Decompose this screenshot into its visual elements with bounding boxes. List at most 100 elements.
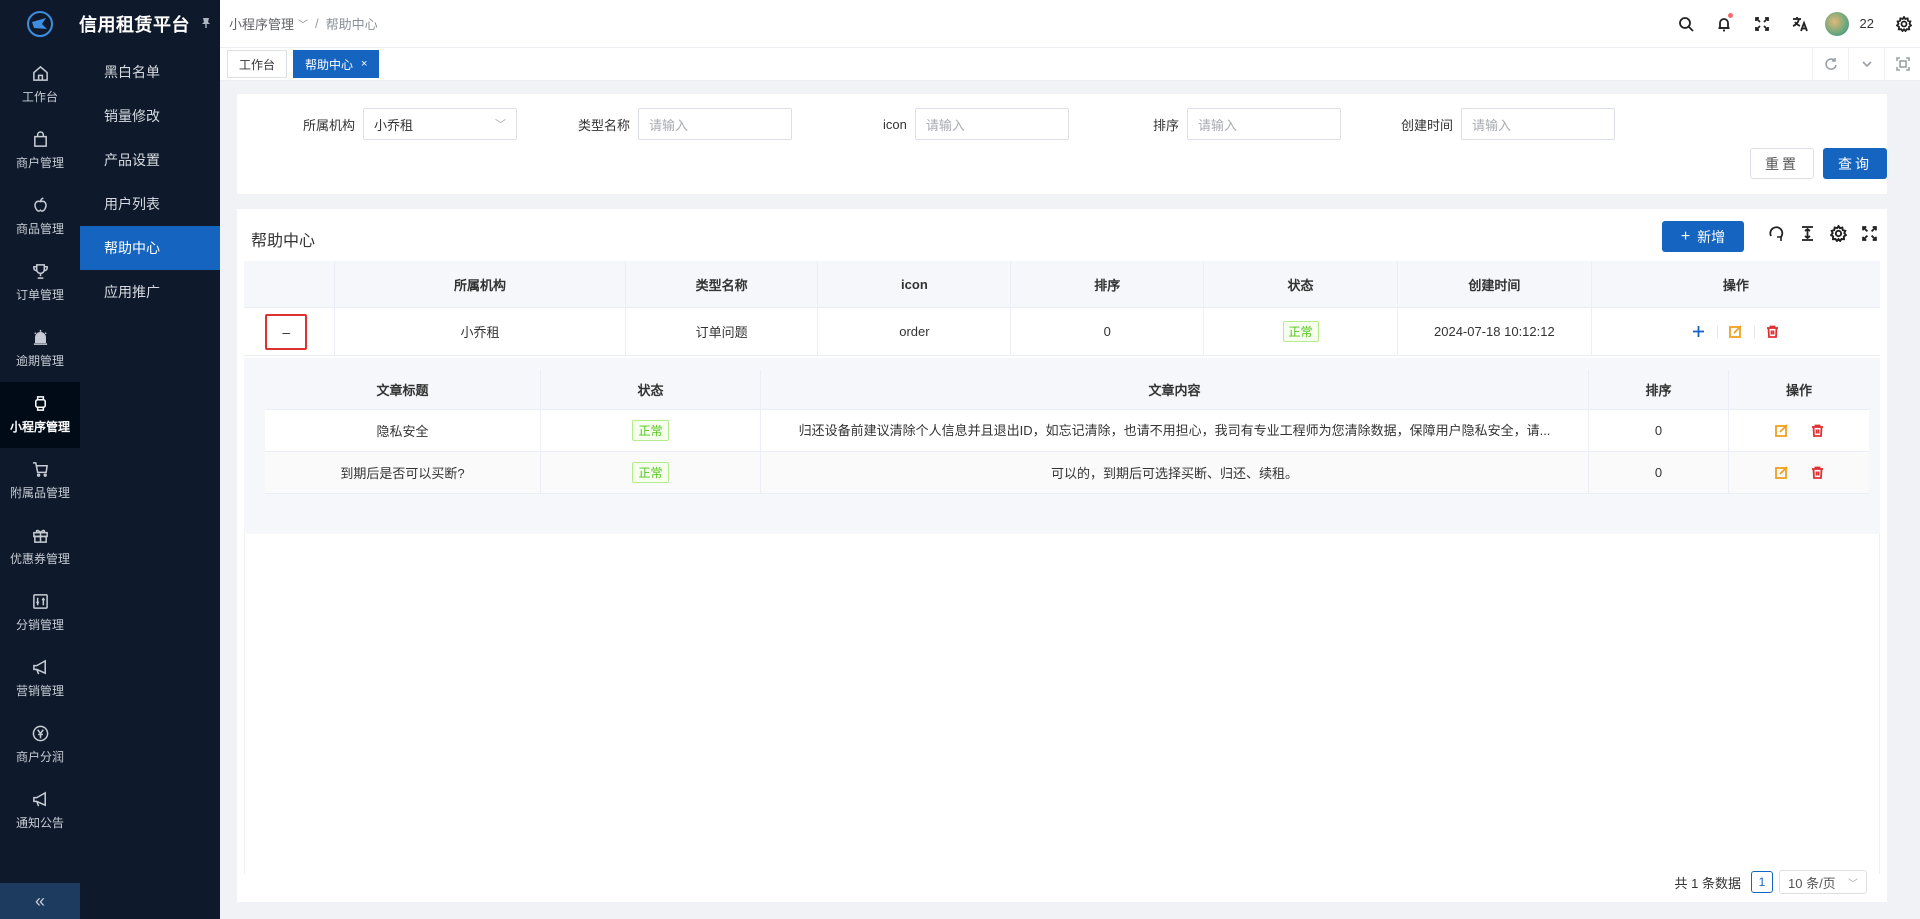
refresh-icon [1769, 226, 1784, 241]
pin-icon[interactable] [200, 17, 212, 32]
settings-button[interactable] [1890, 15, 1918, 32]
nav-item-overdue[interactable]: 逾期管理 [0, 316, 80, 382]
breadcrumb: 小程序管理 ﹀ / 帮助中心 [229, 14, 378, 33]
sub-sidebar: 信用租赁平台 黑白名单 销量修改 产品设置 用户列表 帮助中心 应用推广 [79, 0, 220, 919]
nav-item-merchant[interactable]: 商户管理 [0, 118, 80, 184]
nav-item-workbench[interactable]: 工作台 [0, 52, 80, 118]
username[interactable]: 22 [1860, 16, 1874, 31]
page-size-select[interactable]: 10 条/页 ﹀ [1779, 870, 1867, 894]
org-select[interactable]: 小乔租 ﹀ [363, 108, 518, 140]
cell-actions [1729, 452, 1869, 493]
table-fullscreen-button[interactable] [1854, 225, 1885, 242]
filter-icon: icon 请输入 [883, 108, 1069, 140]
logo [0, 0, 80, 48]
content-text: 归还设备前建议清除个人信息并且退出ID，如忘记清除，也请不用担心，我司有专业工程… [798, 422, 1551, 438]
nav-item-distribution[interactable]: 分销管理 [0, 580, 80, 646]
refresh-tab-button[interactable] [1812, 48, 1848, 80]
nav-label: 附属品管理 [9, 486, 70, 500]
logo-icon [27, 11, 53, 37]
search-button[interactable] [1667, 16, 1705, 32]
edit-button[interactable] [1763, 424, 1799, 437]
submenu-item-blacklist[interactable]: 黑白名单 [80, 50, 220, 94]
divider [1879, 534, 1880, 874]
table-panel: 帮助中心 + 新增 所属机构 类型名称 icon 排序 状态 创建时间 操作 –… [237, 209, 1887, 902]
cell-title: 隐私安全 [265, 410, 541, 451]
density-button[interactable] [1792, 225, 1823, 242]
cell-title: 到期后是否可以买断? [265, 452, 541, 493]
page-number-button[interactable]: 1 [1751, 871, 1773, 893]
nav-item-profit-share[interactable]: 商户分润 [0, 712, 80, 778]
breadcrumb-parent[interactable]: 小程序管理 [229, 14, 294, 33]
query-button[interactable]: 查询 [1823, 148, 1887, 179]
table-row: 隐私安全 正常 归还设备前建议清除个人信息并且退出ID，如忘记清除，也请不用担心… [265, 410, 1869, 452]
filter-sort: 排序 请输入 [1153, 108, 1342, 140]
sub-table-header-row: 文章标题 状态 文章内容 排序 操作 [265, 370, 1869, 410]
chevron-down-icon: ﹀ [1848, 878, 1858, 890]
cart-icon [32, 462, 48, 477]
nav-item-orders[interactable]: 订单管理 [0, 250, 80, 316]
nav-item-accessories[interactable]: 附属品管理 [0, 448, 80, 514]
sidebar-collapse-button[interactable]: « [0, 883, 80, 919]
cell-content: 可以的，到期后可选择买断、归还、续租。 [761, 452, 1589, 493]
language-button[interactable] [1781, 16, 1819, 32]
trash-icon [1811, 466, 1823, 479]
created-time-input[interactable]: 请输入 [1461, 108, 1616, 140]
pagination: 共 1 条数据 1 10 条/页 ﹀ [1675, 870, 1867, 894]
reset-button[interactable]: 重置 [1750, 148, 1814, 179]
delete-button[interactable] [1755, 325, 1791, 338]
submenu-item-user-list[interactable]: 用户列表 [80, 182, 220, 226]
sub-column-header-status: 状态 [541, 370, 761, 409]
cell-content: 归还设备前建议清除个人信息并且退出ID，如忘记清除，也请不用担心，我司有专业工程… [761, 410, 1589, 451]
column-settings-button[interactable] [1823, 225, 1854, 242]
nav-item-coupons[interactable]: 优惠券管理 [0, 514, 80, 580]
column-header-type: 类型名称 [626, 261, 819, 307]
type-name-input[interactable]: 请输入 [638, 108, 793, 140]
collapse-row-button[interactable]: – [265, 313, 308, 350]
org-select-value: 小乔租 [374, 117, 414, 133]
maximize-button[interactable] [1884, 48, 1920, 80]
nav-item-goods[interactable]: 商品管理 [0, 184, 80, 250]
filter-label: icon [883, 116, 907, 132]
submenu-item-help-center[interactable]: 帮助中心 [80, 226, 220, 270]
tabs-dropdown-button[interactable] [1848, 48, 1884, 80]
bell-icon [1718, 17, 1730, 31]
cell-actions [1729, 410, 1869, 451]
tab-workbench[interactable]: 工作台 [227, 50, 288, 78]
sort-input[interactable]: 请输入 [1187, 108, 1342, 140]
edit-button[interactable] [1718, 325, 1754, 338]
delete-button[interactable] [1799, 466, 1835, 479]
close-icon[interactable]: × [361, 58, 367, 70]
nav-label: 工作台 [21, 90, 58, 104]
add-button[interactable]: + 新增 [1662, 221, 1744, 252]
nav-item-notice[interactable]: 通知公告 [0, 778, 80, 844]
cell-icon: order [818, 308, 1012, 355]
avatar[interactable] [1824, 11, 1849, 36]
cell-type: 订单问题 [626, 308, 819, 355]
column-header-sort: 排序 [1011, 261, 1205, 307]
home-icon [32, 65, 48, 81]
submenu-item-product-settings[interactable]: 产品设置 [80, 138, 220, 182]
submenu-item-app-promotion[interactable]: 应用推广 [80, 270, 220, 314]
add-child-button[interactable] [1681, 325, 1717, 338]
nav-label: 营销管理 [15, 684, 64, 698]
plus-icon [1693, 326, 1705, 337]
nav-label: 优惠券管理 [9, 552, 70, 566]
sub-table: 文章标题 状态 文章内容 排序 操作 隐私安全 正常 归还设备前建议清除个人信息… [265, 370, 1869, 494]
refresh-table-button[interactable] [1761, 225, 1792, 242]
divider [244, 534, 245, 874]
sub-column-header-sort: 排序 [1589, 370, 1729, 409]
trash-icon [1767, 325, 1779, 338]
edit-button[interactable] [1763, 466, 1799, 479]
fullscreen-icon [1862, 226, 1877, 241]
submenu-item-sales-edit[interactable]: 销量修改 [80, 94, 220, 138]
tab-help-center[interactable]: 帮助中心 × [293, 50, 380, 78]
cell-created: 2024-07-18 10:12:12 [1398, 308, 1592, 355]
delete-button[interactable] [1799, 424, 1835, 437]
shop-icon [33, 131, 47, 147]
fullscreen-button[interactable] [1743, 16, 1781, 32]
icon-input[interactable]: 请输入 [914, 108, 1069, 140]
nav-item-miniprogram[interactable]: 小程序管理 [0, 382, 80, 448]
cell-actions [1592, 308, 1880, 355]
nav-item-marketing[interactable]: 营销管理 [0, 646, 80, 712]
notification-button[interactable] [1705, 12, 1743, 32]
